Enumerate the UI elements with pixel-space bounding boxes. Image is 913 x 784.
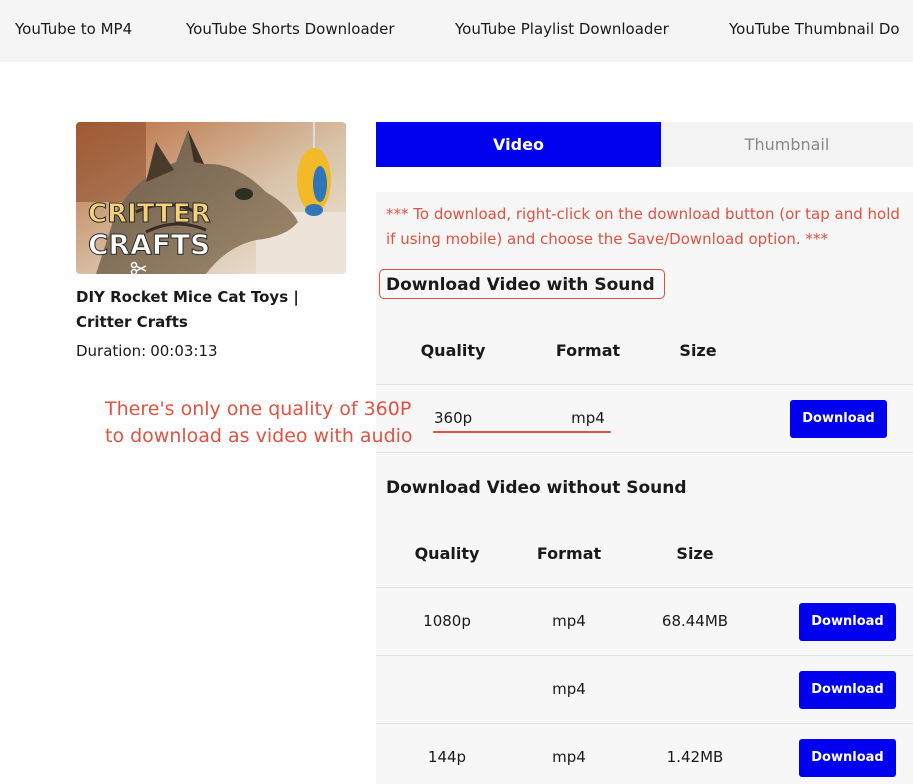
- nav-thumbnail-downloader[interactable]: YouTube Thumbnail Do: [729, 19, 900, 39]
- duration-value: 00:03:13: [150, 342, 218, 360]
- video-title: DIY Rocket Mice Cat Toys | Critter Craft…: [76, 288, 299, 331]
- tab-video[interactable]: Video: [376, 122, 661, 167]
- download-button-1080p[interactable]: Download: [799, 603, 896, 641]
- row-divider: [376, 723, 913, 724]
- cell-format: mp4: [552, 612, 586, 630]
- cell-format: mp4: [552, 748, 586, 766]
- video-thumbnail: CRITTER CRAFTS: [76, 122, 346, 274]
- thumbnail-text-critter: CRITTER: [88, 199, 211, 229]
- top-navigation: YouTube to MP4 YouTube Shorts Downloader…: [0, 0, 913, 62]
- nav-playlist-downloader[interactable]: YouTube Playlist Downloader: [455, 19, 669, 39]
- annotation-note: There's only one quality of 360P to down…: [105, 396, 445, 450]
- download-button-144p[interactable]: Download: [799, 739, 896, 777]
- col-size: Size: [676, 544, 714, 563]
- col-quality: Quality: [414, 544, 480, 563]
- download-button-row2[interactable]: Download: [799, 671, 896, 709]
- duration-label: Duration:: [76, 342, 147, 360]
- row-divider: [376, 655, 913, 656]
- annotation-underline: [433, 431, 611, 433]
- thumbnail-text-crafts: CRAFTS: [88, 228, 210, 261]
- cell-quality: 1080p: [423, 612, 471, 630]
- col-quality: Quality: [420, 341, 486, 360]
- tab-thumbnail[interactable]: Thumbnail: [661, 122, 913, 167]
- col-size: Size: [679, 341, 717, 360]
- cell-format: mp4: [552, 680, 586, 698]
- annotation-line-2: to download as video with audio: [105, 425, 413, 447]
- row-divider: [376, 384, 913, 385]
- download-type-tabs: Video Thumbnail: [376, 122, 913, 167]
- nav-youtube-to-mp4[interactable]: YouTube to MP4: [15, 19, 132, 39]
- download-button-360p[interactable]: Download: [790, 400, 887, 438]
- row-divider: [376, 587, 913, 588]
- heading-with-sound: Download Video with Sound: [386, 275, 655, 295]
- cell-quality: 144p: [427, 748, 467, 766]
- row-divider: [376, 452, 913, 453]
- col-format: Format: [536, 544, 602, 563]
- annotation-line-1: There's only one quality of 360P: [105, 398, 412, 420]
- cell-size: 68.44MB: [661, 612, 729, 630]
- heading-without-sound: Download Video without Sound: [386, 478, 687, 498]
- video-duration: Duration: 00:03:13: [76, 340, 218, 362]
- cell-size: 1.42MB: [666, 748, 724, 766]
- col-format: Format: [555, 341, 621, 360]
- nav-shorts-downloader[interactable]: YouTube Shorts Downloader: [186, 19, 395, 39]
- cell-format: mp4: [571, 409, 605, 427]
- download-notice: *** To download, right-click on the down…: [386, 205, 900, 248]
